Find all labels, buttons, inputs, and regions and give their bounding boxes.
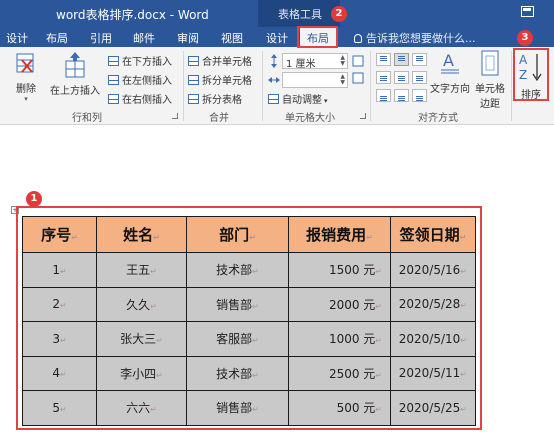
svg-text:A: A (443, 51, 454, 70)
column-width-input[interactable]: ▲ ▼ (282, 72, 348, 88)
align-middle-right-button[interactable] (412, 71, 427, 84)
tab-references[interactable]: 引用 (90, 30, 112, 46)
ribbon: 删除 ▾ 在上方插入 在下方插入 在左侧插入 在右侧插入 行和列 合并单元格 拆… (0, 47, 554, 125)
split-table-icon (188, 94, 199, 104)
autofit-button[interactable]: 自动调整 ▾ (268, 91, 328, 106)
ribbon-tab-row: 设计 布局 引用 邮件 审阅 视图 设计 布局 告诉我您想要做什么... (0, 27, 554, 47)
delete-label: 删除 (16, 84, 36, 95)
title-bar: word表格排序.docx - Word 表格工具 (0, 0, 554, 27)
callout-badge-2: 2 (331, 6, 347, 22)
callout-badge-1: 1 (26, 191, 42, 207)
align-bottom-right-button[interactable] (412, 89, 427, 102)
align-top-left-button[interactable] (376, 53, 391, 66)
group-label-rows-cols: 行和列 (72, 113, 102, 124)
tab-review[interactable]: 审阅 (177, 30, 199, 46)
cell-size-launcher-icon[interactable] (360, 113, 366, 119)
autofit-chevron-down-icon: ▾ (324, 97, 328, 105)
insert-below-button[interactable]: 在下方插入 (108, 53, 172, 68)
table-tools-context-group: 表格工具 (258, 0, 340, 27)
tell-me-text: 告诉我您想要做什么... (366, 32, 476, 45)
autofit-icon (268, 94, 279, 104)
group-label-alignment: 对齐方式 (418, 113, 458, 124)
delete-table-icon (16, 53, 34, 73)
highlight-table (16, 206, 482, 430)
merge-cells-label: 合并单元格 (202, 57, 252, 68)
highlight-sort-button (513, 48, 549, 101)
cell-margins-label-line2: 边距 (480, 99, 500, 110)
split-table-button[interactable]: 拆分表格 (188, 91, 242, 106)
split-table-label: 拆分表格 (202, 95, 242, 106)
align-top-right-button[interactable] (412, 53, 427, 66)
row-height-input[interactable]: 1 厘米 ▲ ▼ (282, 53, 348, 70)
group-label-cell-size: 单元格大小 (285, 113, 335, 124)
tab-layout-page[interactable]: 布局 (46, 30, 68, 46)
lightbulb-icon (354, 34, 362, 43)
insert-above-icon (65, 52, 85, 78)
insert-left-button[interactable]: 在左侧插入 (108, 72, 172, 87)
insert-below-label: 在下方插入 (122, 57, 172, 68)
merge-cells-icon (188, 56, 199, 66)
group-label-merge: 合并 (209, 113, 229, 124)
split-cells-icon (188, 75, 199, 85)
tab-table-design[interactable]: 设计 (266, 30, 288, 46)
row-height-icon (271, 54, 277, 68)
text-direction-label: 文字方向 (430, 84, 470, 95)
text-direction-icon: A (441, 51, 459, 74)
insert-above-label: 在上方插入 (50, 86, 100, 97)
insert-above-button[interactable]: 在上方插入 (48, 51, 102, 97)
split-cells-button[interactable]: 拆分单元格 (188, 72, 252, 87)
context-group-label: 表格工具 (278, 8, 322, 21)
align-bottom-center-button[interactable] (394, 89, 409, 102)
tab-design[interactable]: 设计 (6, 30, 28, 46)
group-divider (370, 51, 371, 121)
align-middle-center-button[interactable] (394, 71, 409, 84)
delete-button[interactable]: 删除 ▾ (10, 51, 42, 103)
align-top-center-button[interactable] (394, 53, 409, 66)
insert-right-icon (108, 94, 119, 104)
highlight-layout-tab (297, 26, 338, 48)
callout-badge-3: 3 (517, 30, 533, 46)
group-divider (262, 51, 263, 121)
tab-mailings[interactable]: 邮件 (133, 30, 155, 46)
row-height-value: 1 厘米 (286, 59, 316, 70)
window-title: word表格排序.docx - Word (56, 8, 209, 22)
insert-left-icon (108, 75, 119, 85)
insert-right-button[interactable]: 在右侧插入 (108, 91, 172, 106)
group-divider (511, 51, 512, 121)
tell-me-box[interactable]: 告诉我您想要做什么... (354, 30, 476, 46)
align-middle-left-button[interactable] (376, 71, 391, 84)
delete-chevron-down-icon: ▾ (24, 95, 28, 103)
distribute-icon (352, 55, 364, 84)
cell-margins-icon (481, 50, 499, 76)
tab-view[interactable]: 视图 (221, 30, 243, 46)
group-divider (183, 51, 184, 121)
cell-margins-label-line1: 单元格 (475, 84, 505, 95)
insert-left-label: 在左侧插入 (122, 76, 172, 87)
cell-margins-button[interactable]: 单元格 边距 (472, 49, 508, 110)
split-cells-label: 拆分单元格 (202, 76, 252, 87)
restore-icon[interactable] (521, 6, 534, 17)
insert-below-icon (108, 56, 119, 66)
spin-arrows-icon[interactable]: ▲ ▼ (340, 55, 345, 67)
insert-right-label: 在右侧插入 (122, 95, 172, 106)
column-width-icon (268, 77, 280, 83)
autofit-label: 自动调整 (282, 95, 322, 106)
merge-cells-button[interactable]: 合并单元格 (188, 53, 252, 68)
align-bottom-left-button[interactable] (376, 89, 391, 102)
spin-arrows-icon[interactable]: ▲ ▼ (340, 74, 345, 86)
rows-cols-launcher-icon[interactable] (172, 113, 178, 119)
text-direction-button[interactable]: A 文字方向 (430, 49, 470, 95)
